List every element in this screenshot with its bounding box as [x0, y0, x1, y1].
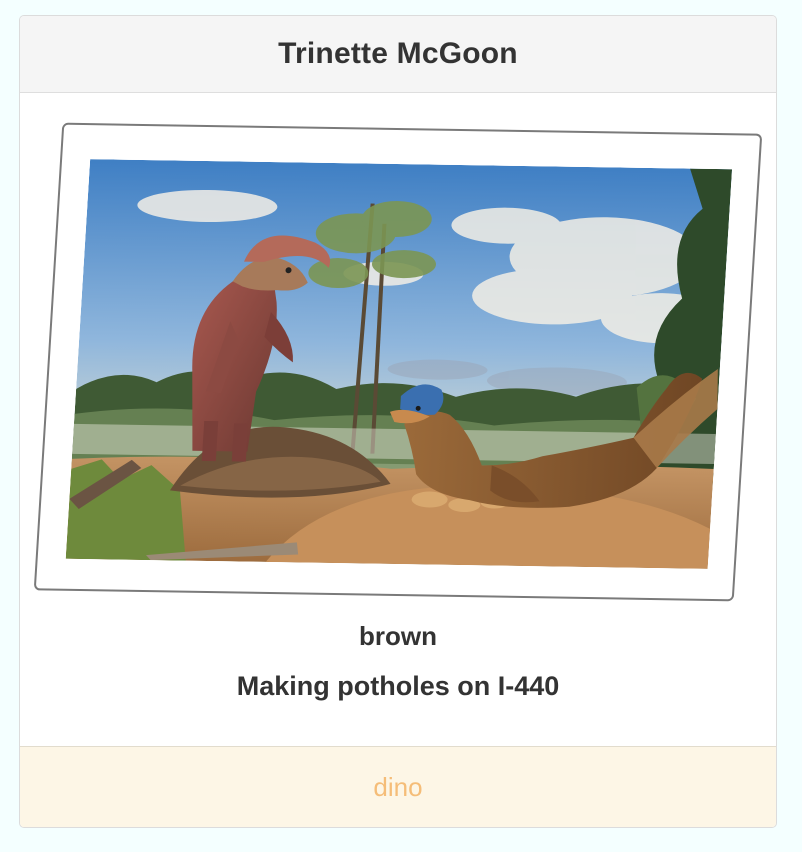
card-footer: dino: [20, 746, 776, 827]
dino-description: Making potholes on I-440: [236, 671, 560, 701]
dinosaur-photo: [65, 159, 733, 569]
dino-color: brown: [359, 621, 437, 651]
dinosaur-illustration: [65, 159, 733, 569]
card-title: Trinette McGoon: [278, 37, 518, 70]
card-header: Trinette McGoon: [20, 16, 776, 93]
dino-card: Trinette McGoon brown Making potholes on…: [19, 15, 777, 828]
dino-type-link[interactable]: dino: [373, 772, 422, 803]
photo-frame: [33, 122, 763, 602]
